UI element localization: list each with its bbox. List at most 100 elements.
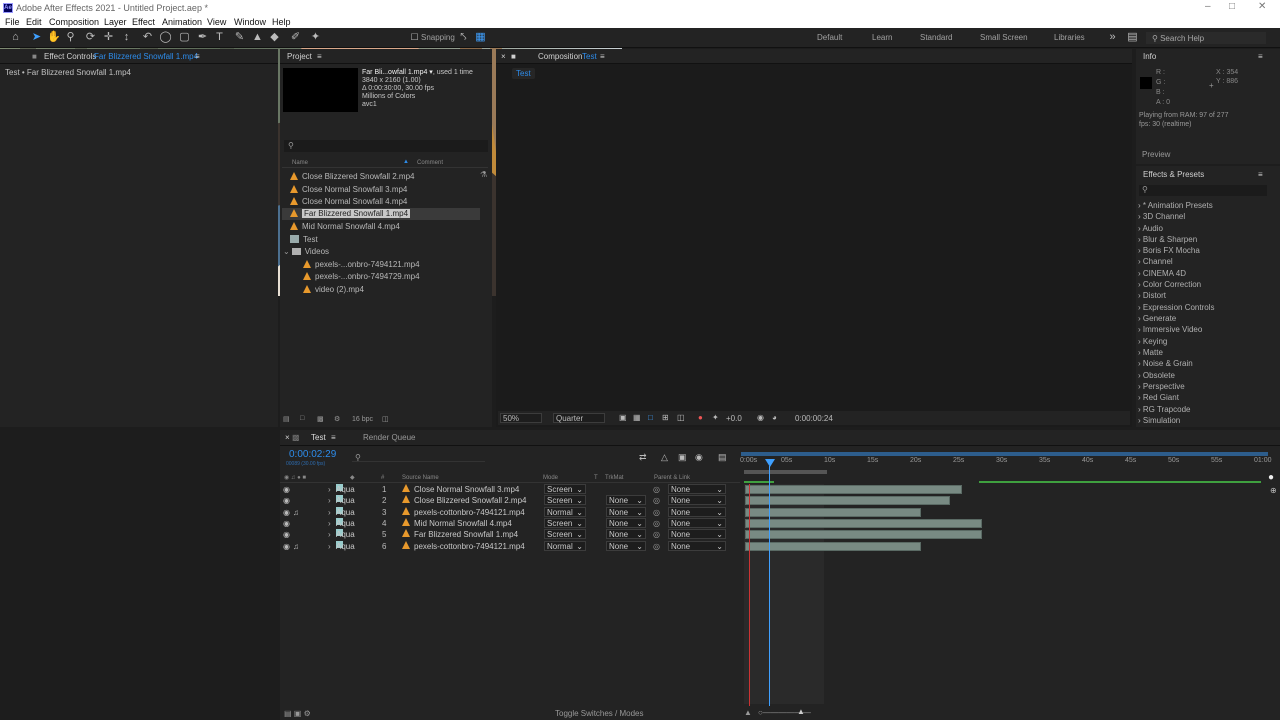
effects-tab[interactable]: Effects & Presets: [1143, 170, 1204, 179]
close-tab-icon[interactable]: ×: [501, 52, 506, 61]
current-time-display[interactable]: 0:00:00:24: [795, 414, 833, 423]
effect-category[interactable]: › RG Trapcode: [1138, 405, 1190, 414]
layer-source-name[interactable]: Mid Normal Snowfall 4.mp4: [414, 518, 512, 529]
menu-layer[interactable]: Layer: [104, 17, 127, 27]
effect-category[interactable]: › Expression Controls: [1138, 303, 1214, 312]
effect-category[interactable]: › CINEMA 4D: [1138, 269, 1186, 278]
zoom-in-icon[interactable]: ▲: [797, 707, 805, 716]
project-menu-icon[interactable]: ≡: [317, 52, 322, 61]
effect-category[interactable]: › Matte: [1138, 348, 1163, 357]
effects-menu-icon[interactable]: ≡: [1258, 170, 1263, 179]
parent-dropdown[interactable]: None ⌄: [668, 518, 726, 528]
effect-category[interactable]: › Blur & Sharpen: [1138, 235, 1197, 244]
exposure-value[interactable]: +0.0: [726, 414, 742, 423]
effects-search-input[interactable]: ⚲: [1139, 185, 1267, 196]
transparency-grid-icon[interactable]: ▦: [633, 413, 641, 422]
layer-duration-bar[interactable]: [745, 496, 950, 505]
lock-icon[interactable]: ■: [511, 52, 516, 61]
effect-category[interactable]: › Generate: [1138, 314, 1176, 323]
dolly-tool-icon[interactable]: ↕: [120, 31, 133, 44]
rectangle-tool-icon[interactable]: ▢: [178, 31, 191, 44]
blend-mode-dropdown[interactable]: Normal ⌄: [544, 541, 586, 551]
maximize-icon[interactable]: □: [1229, 1, 1235, 12]
panel-layout-icon[interactable]: ▤: [1126, 31, 1139, 44]
new-folder-icon[interactable]: □: [300, 415, 304, 422]
audio-icon[interactable]: ♫: [293, 507, 299, 518]
panel-menu-icon[interactable]: ≡: [195, 52, 200, 61]
toggle-switches-modes[interactable]: Toggle Switches / Modes: [555, 709, 644, 718]
layer-row[interactable]: ◉ ♫ › Aqua 6 pexels-cottonbro-7494121.mp4 Norm…: [280, 541, 740, 552]
snap-grid-icon[interactable]: ▦: [474, 31, 487, 44]
interpret-footage-icon[interactable]: ▤: [283, 415, 290, 423]
timeline-menu-icon[interactable]: ≡: [331, 433, 336, 442]
menu-view[interactable]: View: [207, 17, 226, 27]
puppet-tool-icon[interactable]: ✦: [309, 31, 322, 44]
visibility-eye-icon[interactable]: ◉: [283, 541, 290, 552]
layer-source-name[interactable]: Far Blizzered Snowfall 1.mp4: [414, 529, 518, 540]
pickwhip-icon[interactable]: ◎: [653, 541, 660, 552]
effect-category[interactable]: › Distort: [1138, 291, 1166, 300]
menu-edit[interactable]: Edit: [26, 17, 42, 27]
pan-behind-tool-icon[interactable]: ◯: [159, 31, 172, 44]
show-snapshot-icon[interactable]: ◕: [772, 413, 777, 422]
blend-mode-dropdown[interactable]: Normal ⌄: [544, 507, 586, 517]
visibility-eye-icon[interactable]: ◉: [283, 529, 290, 540]
visibility-eye-icon[interactable]: ◉: [283, 518, 290, 529]
snapping-checkbox[interactable]: ☐: [408, 31, 421, 44]
effect-category[interactable]: › Perspective: [1138, 382, 1185, 391]
project-item[interactable]: video (2).mp4: [282, 284, 480, 296]
blend-mode-dropdown[interactable]: Screen ⌄: [544, 529, 586, 539]
channel-icon[interactable]: ●: [698, 413, 703, 422]
pickwhip-icon[interactable]: ◎: [653, 518, 660, 529]
trkmat-dropdown[interactable]: None ⌄: [606, 518, 646, 528]
effect-category[interactable]: › Channel: [1138, 257, 1173, 266]
lock-icon[interactable]: ■: [32, 52, 37, 61]
project-item[interactable]: Mid Normal Snowfall 4.mp4: [282, 221, 480, 233]
blend-mode-dropdown[interactable]: Screen ⌄: [544, 484, 586, 494]
timeline-timecode[interactable]: 0:00:02:29: [289, 449, 336, 460]
playhead-line[interactable]: [769, 466, 770, 706]
expand-layer-icon[interactable]: ›: [328, 529, 331, 540]
search-help-field[interactable]: ⚲ Search Help: [1146, 32, 1266, 44]
layer-source-name[interactable]: pexels-cottonbro-7494121.mp4: [414, 541, 525, 552]
layer-duration-bar[interactable]: [745, 530, 982, 539]
adjust-icon[interactable]: ⚙: [334, 415, 340, 423]
pen-tool-icon[interactable]: ✒: [196, 31, 209, 44]
layer-row[interactable]: ◉ › Aqua 1 Close Normal Snowfall 3.mp4 Screen…: [280, 484, 740, 495]
effect-controls-target[interactable]: Far Blizzered Snowfall 1.mp4: [94, 52, 198, 61]
composition-tab[interactable]: Composition: [538, 52, 582, 61]
project-item[interactable]: pexels-...onbro-7494729.mp4: [282, 271, 480, 283]
col-comment[interactable]: Comment: [417, 160, 443, 166]
col-name[interactable]: Name: [292, 160, 308, 166]
hand-tool-icon[interactable]: ✋: [47, 31, 61, 44]
effect-category[interactable]: › Obsolete: [1138, 371, 1175, 380]
effect-category[interactable]: › Boris FX Mocha: [1138, 246, 1200, 255]
parent-dropdown[interactable]: None ⌄: [668, 529, 726, 539]
project-item[interactable]: Close Normal Snowfall 3.mp4: [282, 184, 480, 196]
orbit-tool-icon[interactable]: ⟳: [84, 31, 97, 44]
effect-category[interactable]: › Color Correction: [1138, 280, 1201, 289]
effect-category[interactable]: › 3D Channel: [1138, 212, 1185, 221]
home-icon[interactable]: ⌂: [9, 31, 22, 44]
effect-category[interactable]: › Audio: [1138, 224, 1163, 233]
effect-category[interactable]: › Keying: [1138, 337, 1167, 346]
resolution-dropdown[interactable]: Quarter: [553, 413, 605, 423]
zoom-tool-icon[interactable]: ⚲: [64, 31, 77, 44]
eraser-tool-icon[interactable]: ◆: [268, 31, 281, 44]
workspace-libraries[interactable]: Libraries: [1054, 33, 1085, 42]
expand-layer-icon[interactable]: ›: [328, 541, 331, 552]
comp-subtab[interactable]: Test: [512, 68, 535, 79]
project-item[interactable]: Close Normal Snowfall 4.mp4: [282, 196, 480, 208]
footer-icons[interactable]: ▤ ▣ ⚙: [284, 709, 311, 718]
project-tab[interactable]: Project: [287, 52, 312, 61]
expand-layer-icon[interactable]: ›: [328, 484, 331, 495]
layer-duration-bar[interactable]: [745, 508, 922, 517]
menu-effect[interactable]: Effect: [132, 17, 155, 27]
effect-category[interactable]: › Noise & Grain: [1138, 359, 1193, 368]
new-comp-icon[interactable]: ▩: [317, 415, 324, 423]
parent-dropdown[interactable]: None ⌄: [668, 541, 726, 551]
parent-dropdown[interactable]: None ⌄: [668, 507, 726, 517]
composition-name[interactable]: Test: [582, 52, 597, 61]
workspace-learn[interactable]: Learn: [872, 33, 892, 42]
timeline-search-input[interactable]: [352, 452, 485, 462]
